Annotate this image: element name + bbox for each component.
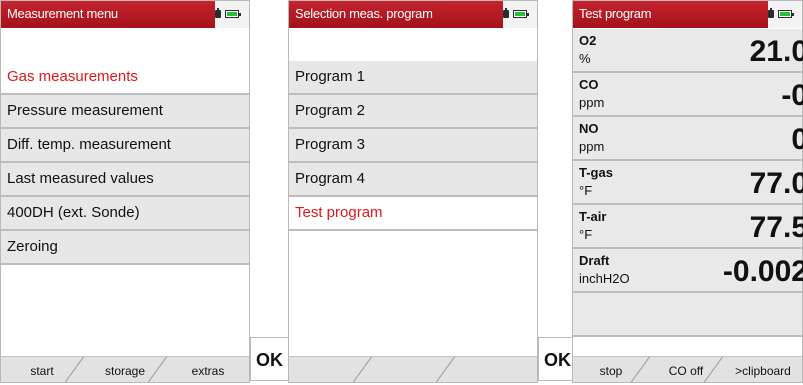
screen-title: Measurement menu	[7, 6, 118, 21]
measurement-row-t-air: T-air °F 77.5	[573, 205, 803, 249]
softkey-start[interactable]: start	[1, 357, 83, 382]
measurement-value: -0.002	[722, 255, 803, 288]
power-plug-icon	[215, 8, 221, 18]
measurement-row-no: NO ppm 0	[573, 117, 803, 161]
softkey-bar	[289, 356, 537, 382]
measurement-unit: %	[579, 51, 591, 66]
menu-item-last-measured-values[interactable]: Last measured values	[1, 163, 249, 197]
program-item-4[interactable]: Program 4	[289, 163, 537, 197]
status-area	[201, 1, 249, 28]
title-bar: Selection meas. program	[289, 1, 537, 28]
measurement-row-draft: Draft inchH2O -0.002	[573, 249, 803, 293]
menu-list: Gas measurements Pressure measurement Di…	[1, 61, 249, 265]
measurement-row-t-gas: T-gas °F 77.0	[573, 161, 803, 205]
measurement-name: O2	[579, 33, 597, 48]
program-list: Program 1 Program 2 Program 3 Program 4 …	[289, 61, 537, 231]
softkey-storage[interactable]: storage	[84, 357, 166, 382]
battery-icon	[778, 10, 794, 18]
battery-icon	[225, 10, 241, 18]
measurement-name: Draft	[579, 253, 610, 268]
program-item-2[interactable]: Program 2	[289, 95, 537, 129]
softkey-bar: start storage extras	[1, 356, 249, 382]
measurement-unit: °F	[579, 227, 593, 242]
test-program-screen: Test program O2 % 21.0 CO ppm -0 NO ppm …	[572, 0, 803, 383]
ok-button[interactable]: OK	[250, 337, 289, 381]
softkey-1[interactable]	[289, 357, 371, 382]
menu-item-pressure-measurement[interactable]: Pressure measurement	[1, 95, 249, 129]
measurement-value: 21.0	[749, 35, 803, 68]
measurement-name: T-gas	[579, 165, 613, 180]
selection-program-screen: Selection meas. program Program 1 Progra…	[288, 0, 538, 383]
menu-item-diff-temp-measurement[interactable]: Diff. temp. measurement	[1, 129, 249, 163]
measurement-unit: inchH2O	[579, 271, 630, 286]
menu-item-zeroing[interactable]: Zeroing	[1, 231, 249, 265]
softkey-clipboard[interactable]: >clipboard	[723, 357, 803, 382]
screen-title: Selection meas. program	[295, 6, 433, 21]
measurement-name: NO	[579, 121, 599, 136]
measurement-unit: ppm	[579, 139, 605, 154]
status-area	[489, 1, 537, 28]
softkey-stop[interactable]: stop	[573, 357, 649, 382]
power-plug-icon	[768, 8, 774, 18]
measurement-value: 77.5	[749, 211, 803, 244]
menu-item-gas-measurements[interactable]: Gas measurements	[1, 61, 249, 95]
softkey-co-off[interactable]: CO off	[650, 357, 722, 382]
measurement-value: -0	[781, 79, 803, 112]
measurement-unit: °F	[579, 183, 593, 198]
title-bar: Test program	[573, 1, 802, 28]
power-plug-icon	[503, 8, 509, 18]
measurement-menu-screen: Measurement menu Gas measurements Pressu…	[0, 0, 250, 383]
status-area	[754, 1, 802, 28]
measurement-value: 0	[791, 123, 803, 156]
softkey-3[interactable]	[455, 357, 537, 382]
measurement-name: T-air	[579, 209, 607, 224]
program-item-3[interactable]: Program 3	[289, 129, 537, 163]
softkey-2[interactable]	[372, 357, 454, 382]
measurement-unit: ppm	[579, 95, 605, 110]
softkey-bar: stop CO off >clipboard	[573, 356, 802, 382]
measurement-row-o2: O2 % 21.0	[573, 29, 803, 73]
screen-title: Test program	[579, 6, 652, 21]
battery-icon	[513, 10, 529, 18]
measurement-name: CO	[579, 77, 599, 92]
menu-item-400dh[interactable]: 400DH (ext. Sonde)	[1, 197, 249, 231]
measurement-list: O2 % 21.0 CO ppm -0 NO ppm 0 T-gas °F 77…	[573, 29, 803, 337]
program-item-1[interactable]: Program 1	[289, 61, 537, 95]
softkey-extras[interactable]: extras	[167, 357, 249, 382]
program-item-test[interactable]: Test program	[289, 197, 537, 231]
title-bar: Measurement menu	[1, 1, 249, 28]
measurement-row-empty	[573, 293, 802, 337]
measurement-row-co: CO ppm -0	[573, 73, 803, 117]
measurement-value: 77.0	[749, 167, 803, 200]
